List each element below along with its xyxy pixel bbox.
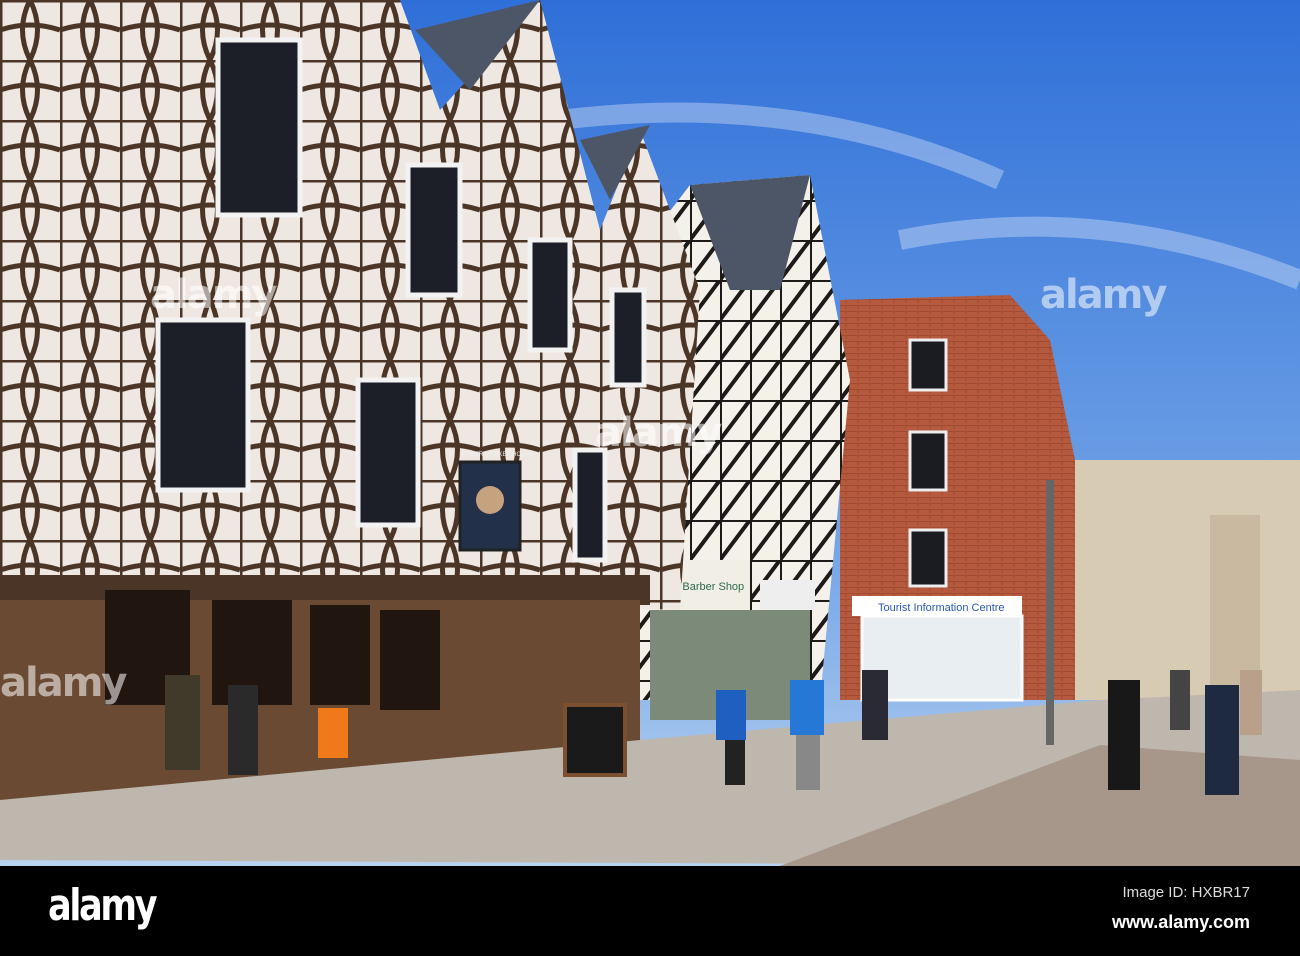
tourist-sign-text: Tourist Information Centre — [878, 602, 1005, 614]
stock-photo: Tourist Information Centre KARA Barber S… — [0, 0, 1300, 956]
a-board-sign — [563, 703, 627, 777]
lamp-post — [1046, 480, 1054, 745]
watermark: alamy — [1040, 272, 1167, 318]
site-url[interactable]: www.alamy.com — [1112, 912, 1250, 933]
watermark: alamy — [0, 660, 127, 706]
footer-bar: alamy Image ID: HXBR17 www.alamy.com — [0, 866, 1300, 956]
image-id: Image ID: HXBR17 — [1122, 884, 1250, 901]
distant-buildings — [1070, 460, 1300, 700]
pub-sign-text: ROBERT RAIKES HOUSE — [462, 452, 534, 458]
watermark: alamy — [150, 272, 277, 318]
alamy-logo[interactable]: alamy — [48, 880, 158, 931]
watermark: alamy — [595, 410, 722, 456]
